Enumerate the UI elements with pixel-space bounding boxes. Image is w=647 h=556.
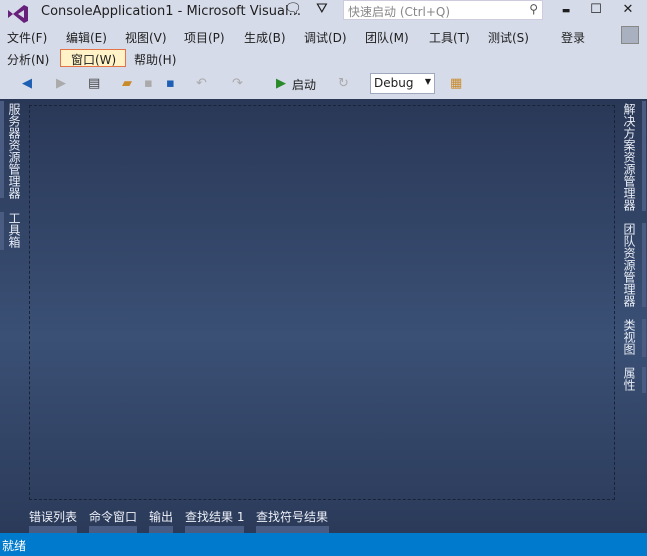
forward-icon[interactable]: ▶ [56, 76, 66, 91]
quick-launch-placeholder: 快速启动 (Ctrl+Q) [348, 5, 451, 19]
right-tab-bar [642, 101, 646, 211]
team-explorer-tab[interactable]: 团队资源管理器 [621, 223, 638, 307]
filter-icon[interactable]: ⛛ [316, 1, 328, 17]
right-tab-bar [642, 223, 646, 307]
refresh-icon[interactable]: ↻ [338, 76, 349, 91]
avatar[interactable] [621, 26, 639, 44]
find-symbol-results-tab[interactable]: 查找符号结果 [256, 508, 328, 525]
status-text: 就绪 [2, 539, 27, 553]
menu-analyze[interactable]: 分析(N) [7, 51, 49, 68]
menu-help[interactable]: 帮助(H) [134, 51, 176, 68]
tab-bar [149, 526, 173, 533]
tab-bar [256, 526, 329, 533]
chevron-down-icon: ▼ [424, 77, 431, 86]
properties-tab[interactable]: 属性 [621, 367, 638, 391]
close-button[interactable]: ✕ [618, 2, 638, 17]
window-title: ConsoleApplication1 - Microsoft Visual..… [41, 4, 301, 19]
tab-bar [29, 526, 77, 533]
server-explorer-tab[interactable]: 服务器资源管理器 [6, 103, 23, 199]
status-bar: 就绪 [0, 533, 647, 556]
visual-studio-logo-icon [8, 5, 28, 23]
back-icon[interactable]: ◀ [22, 76, 32, 91]
right-tab-bar [642, 319, 646, 357]
menu-build[interactable]: 生成(B) [244, 29, 286, 46]
tab-bar [185, 526, 244, 533]
document-area [29, 105, 615, 500]
title-bar: ConsoleApplication1 - Microsoft Visual..… [0, 0, 647, 26]
login-link[interactable]: 登录 [561, 29, 585, 46]
feedback-icon[interactable]: 🗨 [284, 1, 302, 17]
menu-debug[interactable]: 调试(D) [304, 29, 347, 46]
quick-launch-input[interactable]: 快速启动 (Ctrl+Q) ⚲ [343, 0, 543, 20]
new-project-icon[interactable]: ▤ [88, 76, 100, 91]
open-file-icon[interactable]: ▰ [122, 76, 132, 91]
find-icon[interactable]: ▦ [450, 76, 462, 91]
menu-window[interactable]: 窗口(W) [60, 49, 126, 67]
menu-view[interactable]: 视图(V) [125, 29, 167, 46]
start-button[interactable]: 启动 [292, 76, 316, 93]
save-icon[interactable]: ▪ [144, 76, 153, 91]
redo-icon[interactable]: ↷ [232, 76, 243, 91]
configuration-value: Debug [374, 76, 414, 90]
menu-team[interactable]: 团队(M) [365, 29, 409, 46]
toolbox-tab[interactable]: 工具箱 [6, 212, 23, 248]
left-tab-bar [0, 212, 4, 250]
minimize-button[interactable]: ▬ [556, 6, 576, 16]
search-icon: ⚲ [529, 2, 538, 16]
find-results-1-tab[interactable]: 查找结果 1 [185, 508, 244, 525]
solution-configuration-select[interactable]: Debug ▼ [370, 73, 435, 94]
save-all-icon[interactable]: ▪ [166, 76, 175, 91]
menu-project[interactable]: 项目(P) [184, 29, 225, 46]
menu-edit[interactable]: 编辑(E) [66, 29, 107, 46]
tab-bar [89, 526, 137, 533]
class-view-tab[interactable]: 类视图 [621, 319, 638, 355]
menu-test[interactable]: 测试(S) [488, 29, 529, 46]
error-list-tab[interactable]: 错误列表 [29, 508, 77, 525]
solution-explorer-tab[interactable]: 解决方案资源管理器 [621, 103, 638, 211]
maximize-button[interactable]: ☐ [586, 2, 606, 17]
undo-icon[interactable]: ↶ [196, 76, 207, 91]
left-tab-bar [0, 101, 4, 198]
ide-workspace: 服务器资源管理器 工具箱 解决方案资源管理器 团队资源管理器 类视图 属性 错误… [0, 99, 647, 533]
output-tab[interactable]: 输出 [149, 508, 173, 525]
start-icon[interactable]: ▶ [276, 76, 286, 91]
command-window-tab[interactable]: 命令窗口 [89, 508, 137, 525]
menu-tools[interactable]: 工具(T) [429, 29, 470, 46]
right-tab-bar [642, 367, 646, 393]
menu-file[interactable]: 文件(F) [7, 29, 47, 46]
